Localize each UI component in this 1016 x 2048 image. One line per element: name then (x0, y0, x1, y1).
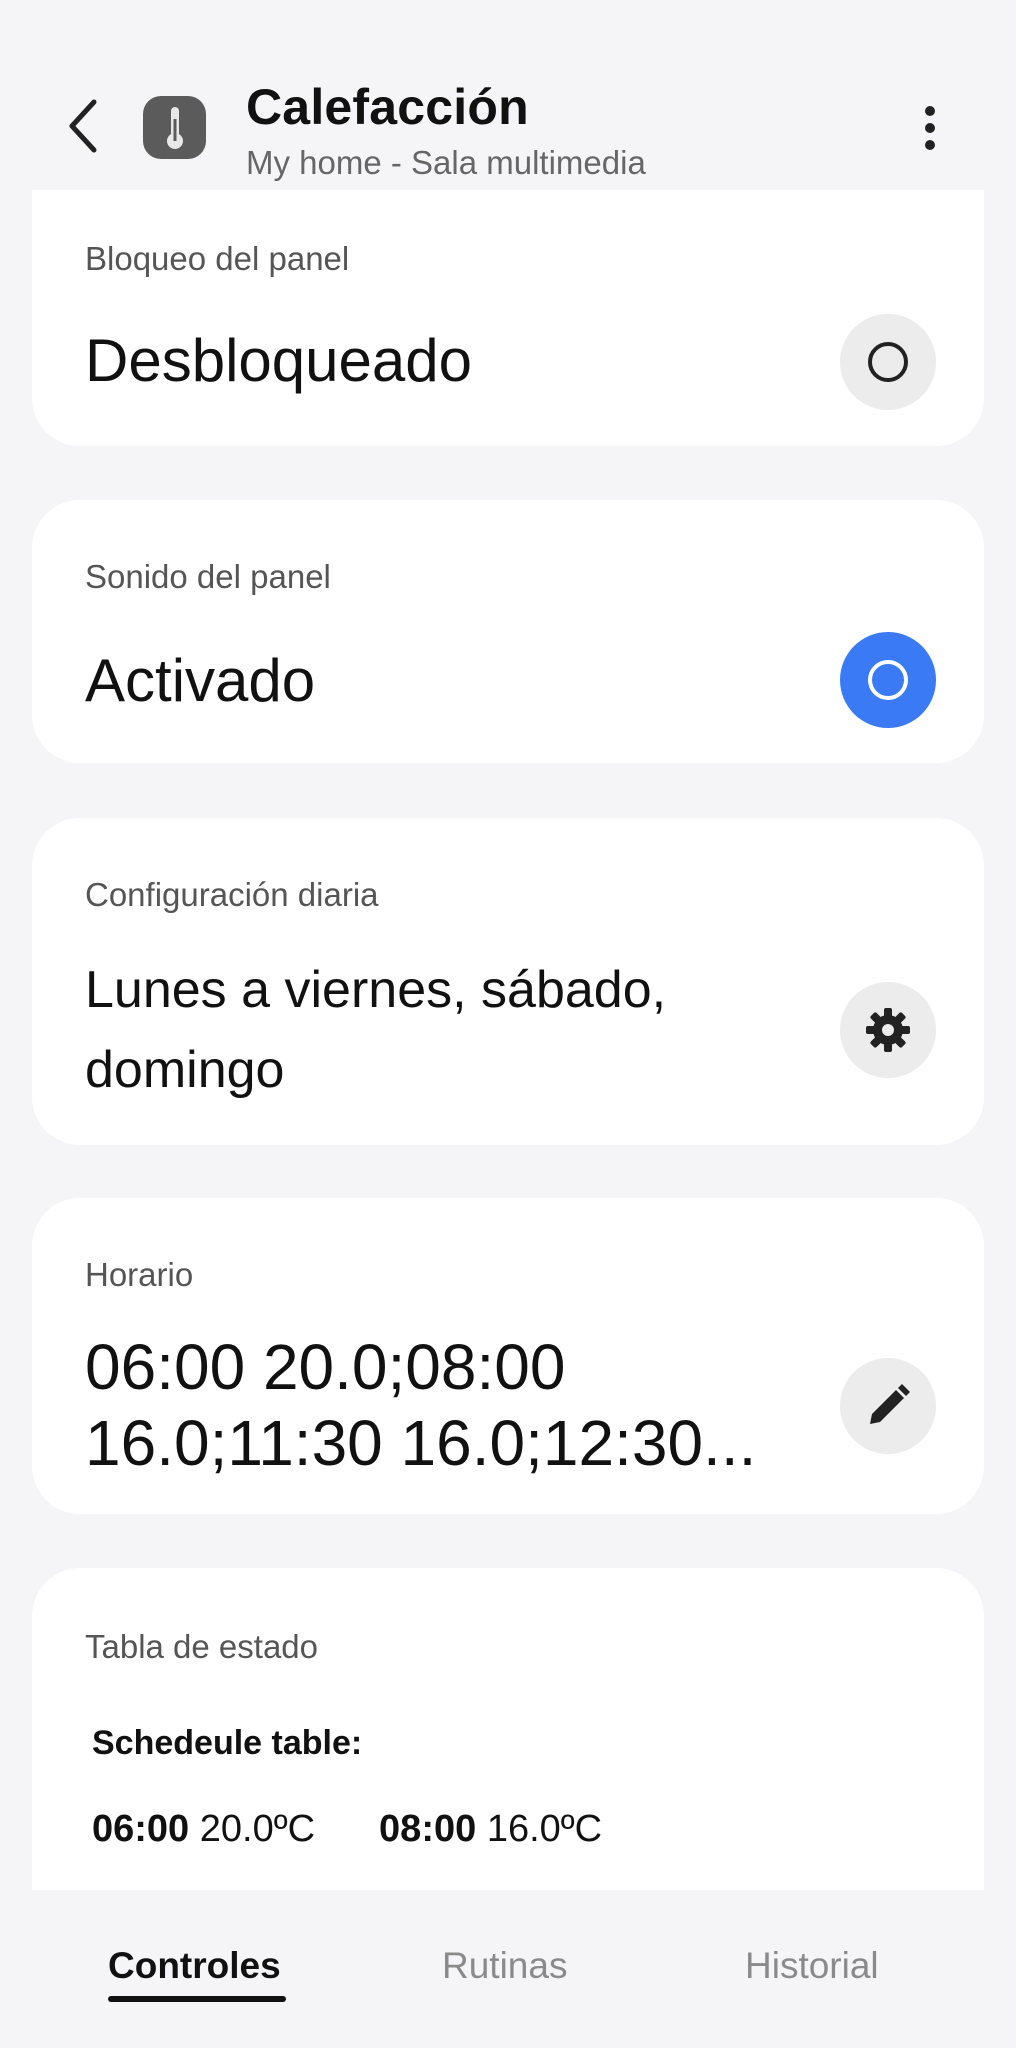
daily-config-settings-button[interactable] (840, 982, 936, 1078)
page-subtitle: My home - Sala multimedia (246, 144, 646, 181)
device-icon (143, 96, 206, 159)
tab-historial[interactable]: Historial (745, 1945, 879, 1987)
status-table-entry: 06:00 20.0ºC (92, 1808, 315, 1851)
daily-config-value-line2: domingo (85, 1041, 285, 1099)
more-options-button[interactable] (910, 98, 950, 158)
entry-temp: 20.0ºC (199, 1808, 316, 1850)
panel-lock-card: Bloqueo del panel Desbloqueado (32, 190, 984, 446)
panel-sound-value: Activado (85, 647, 316, 714)
status-table-heading: Schedeule table: (92, 1724, 363, 1762)
schedule-value-line1: 06:00 20.0;08:00 (85, 1331, 566, 1403)
daily-config-label: Configuración diaria (85, 876, 379, 913)
tab-rutinas[interactable]: Rutinas (442, 1945, 567, 1987)
panel-lock-value: Desbloqueado (85, 327, 472, 394)
thermometer-icon (166, 106, 183, 149)
panel-sound-label: Sonido del panel (85, 558, 331, 595)
schedule-card: Horario 06:00 20.0;08:00 16.0;11:30 16.0… (32, 1198, 984, 1514)
active-tab-indicator (108, 1996, 286, 2002)
daily-config-value-line1: Lunes a viernes, sábado, (85, 961, 667, 1019)
circle-toggle-icon (868, 660, 908, 700)
schedule-value-line2: 16.0;11:30 16.0;12:30... (85, 1407, 757, 1479)
gear-icon (866, 1008, 910, 1052)
more-vert-icon (925, 106, 935, 150)
status-table-row: 06:00 20.0ºC 08:00 16.0ºC (92, 1808, 602, 1851)
entry-time: 06:00 (92, 1808, 190, 1850)
panel-lock-label: Bloqueo del panel (85, 240, 350, 277)
pencil-icon (870, 1384, 910, 1424)
schedule-edit-button[interactable] (840, 1358, 936, 1454)
back-button[interactable] (58, 96, 108, 156)
panel-sound-card: Sonido del panel Activado (32, 500, 984, 763)
page-title: Calefacción (246, 79, 529, 135)
panel-lock-toggle[interactable] (840, 314, 936, 410)
panel-sound-toggle[interactable] (840, 632, 936, 728)
tab-controles[interactable]: Controles (108, 1945, 281, 1987)
entry-time: 08:00 (379, 1808, 477, 1850)
bottom-tab-bar: Controles Rutinas Historial (0, 1890, 1016, 2048)
circle-toggle-icon (868, 342, 908, 382)
schedule-label: Horario (85, 1256, 194, 1293)
app-header: Calefacción My home - Sala multimedia (0, 0, 1016, 205)
status-table-entry: 08:00 16.0ºC (379, 1808, 602, 1851)
back-chevron-icon (69, 99, 97, 153)
status-table-label: Tabla de estado (85, 1628, 319, 1665)
entry-temp: 16.0ºC (486, 1808, 603, 1850)
daily-config-card: Configuración diaria Lunes a viernes, sá… (32, 818, 984, 1145)
